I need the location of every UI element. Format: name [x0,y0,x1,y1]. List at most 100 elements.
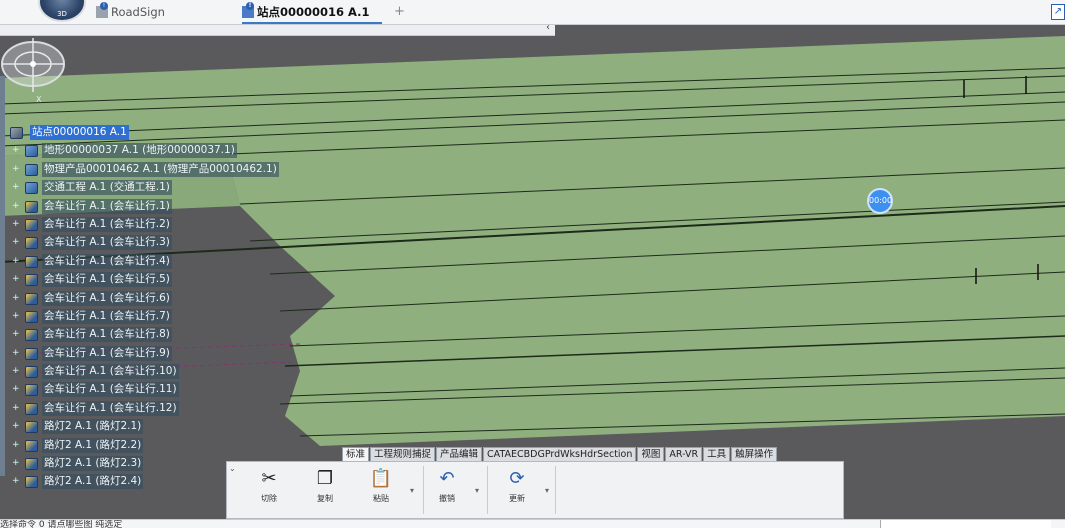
copy-label: 复制 [317,494,333,503]
tab-roadsign[interactable]: RoadSign [96,0,165,24]
toolbar-tab[interactable]: 工程规则捕捉 [370,447,436,461]
tree-item-label: 路灯2 A.1 (路灯2.1) [42,419,144,435]
update-button[interactable]: ⟳ 更新 [497,468,537,504]
expand-icon[interactable]: ↗ [1051,4,1065,20]
part-icon [25,274,38,287]
tree-expand-icon[interactable]: + [12,477,20,486]
tree-item[interactable]: + 地形00000037 A.1 (地形00000037.1) [8,142,268,160]
tree-item-label: 会车让行 A.1 (会车让行.11) [42,382,179,398]
tree-item[interactable]: + 会车让行 A.1 (会车让行.1) [8,198,268,216]
tree-expand-icon[interactable]: + [12,275,20,284]
tree-expand-icon[interactable]: + [12,293,20,302]
toolbar-tab[interactable]: 产品编辑 [436,447,483,461]
tree-item[interactable]: + 会车让行 A.1 (会车让行.4) [8,253,268,271]
tree-item[interactable]: + 会车让行 A.1 (会车让行.8) [8,326,268,344]
tree-expand-icon[interactable]: + [12,256,20,265]
tree-item-label: 交通工程 A.1 (交通工程.1) [42,180,172,196]
paste-dropdown-icon[interactable]: ▾ [410,486,414,495]
tree-item[interactable]: + 会车让行 A.1 (会车让行.10) [8,363,268,381]
cut-label: 切除 [261,494,277,503]
tree-item[interactable]: + 会车让行 A.1 (会车让行.12) [8,400,268,418]
tree-item-label: 会车让行 A.1 (会车让行.12) [42,400,179,416]
tree-item[interactable]: + 会车让行 A.1 (会车让行.11) [8,381,268,399]
compass-x-label: X [36,95,42,102]
tree-expand-icon[interactable]: + [12,440,20,449]
tree-item[interactable]: + 会车让行 A.1 (会车让行.9) [8,345,268,363]
tree-expand-icon[interactable]: + [12,238,20,247]
tree-expand-icon[interactable]: + [12,219,20,228]
undo-label: 撤销 [439,494,455,503]
undo-dropdown-icon[interactable]: ▾ [475,486,479,495]
view-compass-icon[interactable]: X [0,36,66,102]
copy-icon: ❐ [316,468,334,489]
toolbar-separator [487,466,488,514]
toolbar-tab[interactable]: 触屏操作 [731,447,778,461]
part-icon [25,421,38,434]
tree-item[interactable]: + 路灯2 A.1 (路灯2.1) [8,418,268,436]
traffic-icon [25,182,38,195]
part-icon [25,329,38,342]
tree-item[interactable]: + 会车让行 A.1 (会车让行.6) [8,290,268,308]
tree-item[interactable]: + 物理产品00010462 A.1 (物理产品00010462.1) [8,161,279,179]
undo-button[interactable]: ↶ 撤销 [427,468,467,504]
tree-expand-icon[interactable]: + [12,330,20,339]
tree-expand-icon[interactable]: + [12,183,20,192]
tab-site-label: 站点00000016 A.1 [257,5,370,19]
part-icon [25,476,38,489]
update-icon: ⟳ [509,468,525,489]
paste-button[interactable]: 📋 粘贴 [361,468,401,504]
tab-roadsign-label: RoadSign [111,5,165,19]
copy-button[interactable]: ❐ 复制 [305,468,345,504]
part-icon [25,439,38,452]
toolbar-tab[interactable]: CATAECBDGPrdWksHdrSection [483,447,637,461]
tree-item[interactable]: + 路灯2 A.1 (路灯2.2) [8,437,268,455]
timer-badge[interactable]: 00:00 [867,188,893,214]
tree-expand-icon[interactable]: + [12,164,20,173]
part-icon [25,402,38,415]
tree-item-label: 会车让行 A.1 (会车让行.2) [42,216,172,232]
toolbar-collapse-icon[interactable]: ⌄ [229,464,238,514]
tree-expand-icon[interactable]: + [12,201,20,210]
tree-item[interactable]: + 会车让行 A.1 (会车让行.2) [8,216,268,234]
toolbar-separator [555,466,556,514]
tab-site[interactable]: 站点00000016 A.1 [242,0,382,24]
add-tab-button[interactable]: + [394,4,405,19]
toolbar-tab[interactable]: 工具 [703,447,731,461]
tree-expand-icon[interactable]: + [12,367,20,376]
undo-icon: ↶ [439,468,455,489]
tree-item[interactable]: + 会车让行 A.1 (会车让行.5) [8,271,268,289]
toolbar-tab[interactable]: AR-VR [665,447,703,461]
tree-item-label: 会车让行 A.1 (会车让行.9) [42,345,172,361]
update-label: 更新 [509,494,525,503]
part-icon [25,218,38,231]
tree-item[interactable]: + 会车让行 A.1 (会车让行.3) [8,234,268,252]
part-icon [25,310,38,323]
toolbar-tab[interactable]: 视图 [637,447,665,461]
tree-item[interactable]: + 交通工程 A.1 (交通工程.1) [8,179,268,197]
tree-expand-icon[interactable]: + [12,403,20,412]
part-icon [25,237,38,250]
tree-expand-icon[interactable]: + [12,459,20,468]
toolbar-tab[interactable]: 标准 [342,447,370,461]
tree-expand-icon[interactable]: + [12,146,20,155]
collapse-arrow-icon[interactable]: ‹ [546,22,550,33]
document-tab-bar: 3D RoadSign 站点00000016 A.1 + ↗ [0,0,1065,25]
tree-item-label: 路灯2 A.1 (路灯2.2) [42,437,144,453]
document-icon [96,2,108,18]
tree-item-label: 会车让行 A.1 (会车让行.4) [42,253,172,269]
tree-expand-icon[interactable]: + [12,311,20,320]
tree-expand-icon[interactable]: + [12,348,20,357]
tree-item-label: 路灯2 A.1 (路灯2.4) [42,474,144,490]
tree-item-label: 会车让行 A.1 (会车让行.10) [42,364,179,380]
part-icon [25,347,38,360]
tree-expand-icon[interactable]: + [12,385,20,394]
site-icon [10,127,23,139]
update-dropdown-icon[interactable]: ▾ [545,486,549,495]
tree-item[interactable]: + 会车让行 A.1 (会车让行.7) [8,308,268,326]
cut-button[interactable]: ✂ 切除 [249,468,289,504]
tree-expand-icon[interactable]: + [12,422,20,431]
tree-root-site[interactable]: 站点00000016 A.1 [8,124,268,142]
toolbar-tab-strip: 标准 工程规则捕捉 产品编辑 CATAECBDGPrdWksHdrSection 视图 A… [342,447,778,461]
app-compass-logo[interactable]: 3D [38,0,86,22]
3d-viewport[interactable]: 站点00000016 A.1 + 地形00000037 A.1 (地形000000… [0,36,1065,490]
